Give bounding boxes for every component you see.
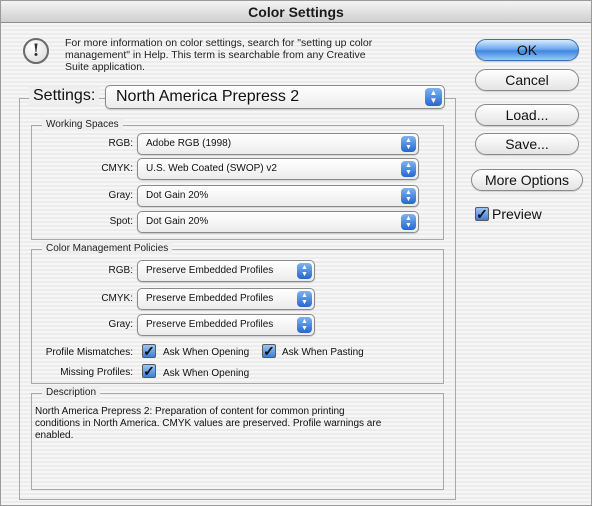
rgb-policy-popup[interactable]: Preserve Embedded Profiles ▲ ▼: [137, 260, 315, 282]
gray-label: Gray:: [108, 190, 133, 201]
policy-gray-label: Gray:: [108, 319, 133, 330]
gray-working-space-popup[interactable]: Dot Gain 20% ▲ ▼: [137, 185, 419, 207]
policy-cmyk-label: CMYK:: [101, 293, 133, 304]
popup-arrows-icon: ▲ ▼: [297, 263, 312, 279]
ask-when-pasting-checkbox[interactable]: ✓: [262, 344, 276, 358]
preview-label: Preview: [492, 206, 542, 222]
spot-working-space-value: Dot Gain 20%: [146, 216, 209, 227]
window-title: Color Settings: [1, 1, 591, 23]
cmyk-policy-popup[interactable]: Preserve Embedded Profiles ▲ ▼: [137, 288, 315, 310]
ask-when-opening-mismatch-label: Ask When Opening: [163, 347, 250, 358]
popup-arrows-icon: ▲ ▼: [425, 88, 442, 106]
info-text: For more information on color settings, …: [65, 37, 395, 73]
rgb-working-space-popup[interactable]: Adobe RGB (1998) ▲ ▼: [137, 133, 419, 155]
popup-arrows-icon: ▲ ▼: [401, 161, 416, 177]
settings-popup[interactable]: North America Prepress 2 ▲ ▼: [105, 85, 445, 109]
cmyk-working-space-value: U.S. Web Coated (SWOP) v2: [146, 163, 277, 174]
popup-arrows-icon: ▲ ▼: [297, 291, 312, 307]
preview-checkbox[interactable]: ✓: [475, 207, 489, 221]
cmyk-working-space-popup[interactable]: U.S. Web Coated (SWOP) v2 ▲ ▼: [137, 158, 419, 180]
gray-policy-popup[interactable]: Preserve Embedded Profiles ▲ ▼: [137, 314, 315, 336]
rgb-label: RGB:: [108, 138, 133, 149]
popup-arrows-icon: ▲ ▼: [401, 136, 416, 152]
profile-mismatches-label: Profile Mismatches:: [45, 347, 133, 358]
description-line: conditions in North America. CMYK values…: [35, 418, 382, 429]
cmyk-policy-value: Preserve Embedded Profiles: [146, 293, 274, 304]
gray-working-space-value: Dot Gain 20%: [146, 190, 209, 201]
description-text: North America Prepress 2: Preparation of…: [35, 406, 435, 442]
exclamation-icon: !: [23, 38, 49, 64]
load-button[interactable]: Load...: [475, 104, 579, 126]
description-title: Description: [42, 387, 101, 399]
popup-arrows-icon: ▲ ▼: [297, 317, 312, 333]
rgb-policy-value: Preserve Embedded Profiles: [146, 265, 274, 276]
settings-label: Settings:: [29, 87, 100, 105]
description-line: North America Prepress 2: Preparation of…: [35, 406, 345, 417]
ask-when-pasting-label: Ask When Pasting: [282, 347, 364, 358]
ask-when-opening-missing-label: Ask When Opening: [163, 368, 250, 379]
working-spaces-title: Working Spaces: [42, 119, 123, 131]
rgb-working-space-value: Adobe RGB (1998): [146, 138, 232, 149]
policies-title: Color Management Policies: [42, 243, 173, 255]
info-line: management" in Help. This term is search…: [65, 49, 366, 61]
spot-working-space-popup[interactable]: Dot Gain 20% ▲ ▼: [137, 211, 419, 233]
popup-arrows-icon: ▲ ▼: [401, 214, 416, 230]
info-line: Suite application.: [65, 61, 145, 73]
settings-value: North America Prepress 2: [116, 88, 300, 105]
popup-arrows-icon: ▲ ▼: [401, 188, 416, 204]
more-options-button[interactable]: More Options: [471, 169, 583, 191]
info-line: For more information on color settings, …: [65, 37, 373, 49]
gray-policy-value: Preserve Embedded Profiles: [146, 319, 274, 330]
policy-rgb-label: RGB:: [108, 265, 133, 276]
cmyk-label: CMYK:: [101, 163, 133, 174]
missing-profiles-label: Missing Profiles:: [60, 367, 133, 378]
ask-when-opening-mismatch-checkbox[interactable]: ✓: [142, 344, 156, 358]
description-line: enabled.: [35, 430, 74, 441]
color-settings-dialog: Color Settings ! For more information on…: [0, 0, 592, 506]
ask-when-opening-missing-checkbox[interactable]: ✓: [142, 364, 156, 378]
save-button[interactable]: Save...: [475, 133, 579, 155]
ok-button[interactable]: OK: [475, 39, 579, 61]
spot-label: Spot:: [109, 216, 133, 227]
cancel-button[interactable]: Cancel: [475, 69, 579, 91]
